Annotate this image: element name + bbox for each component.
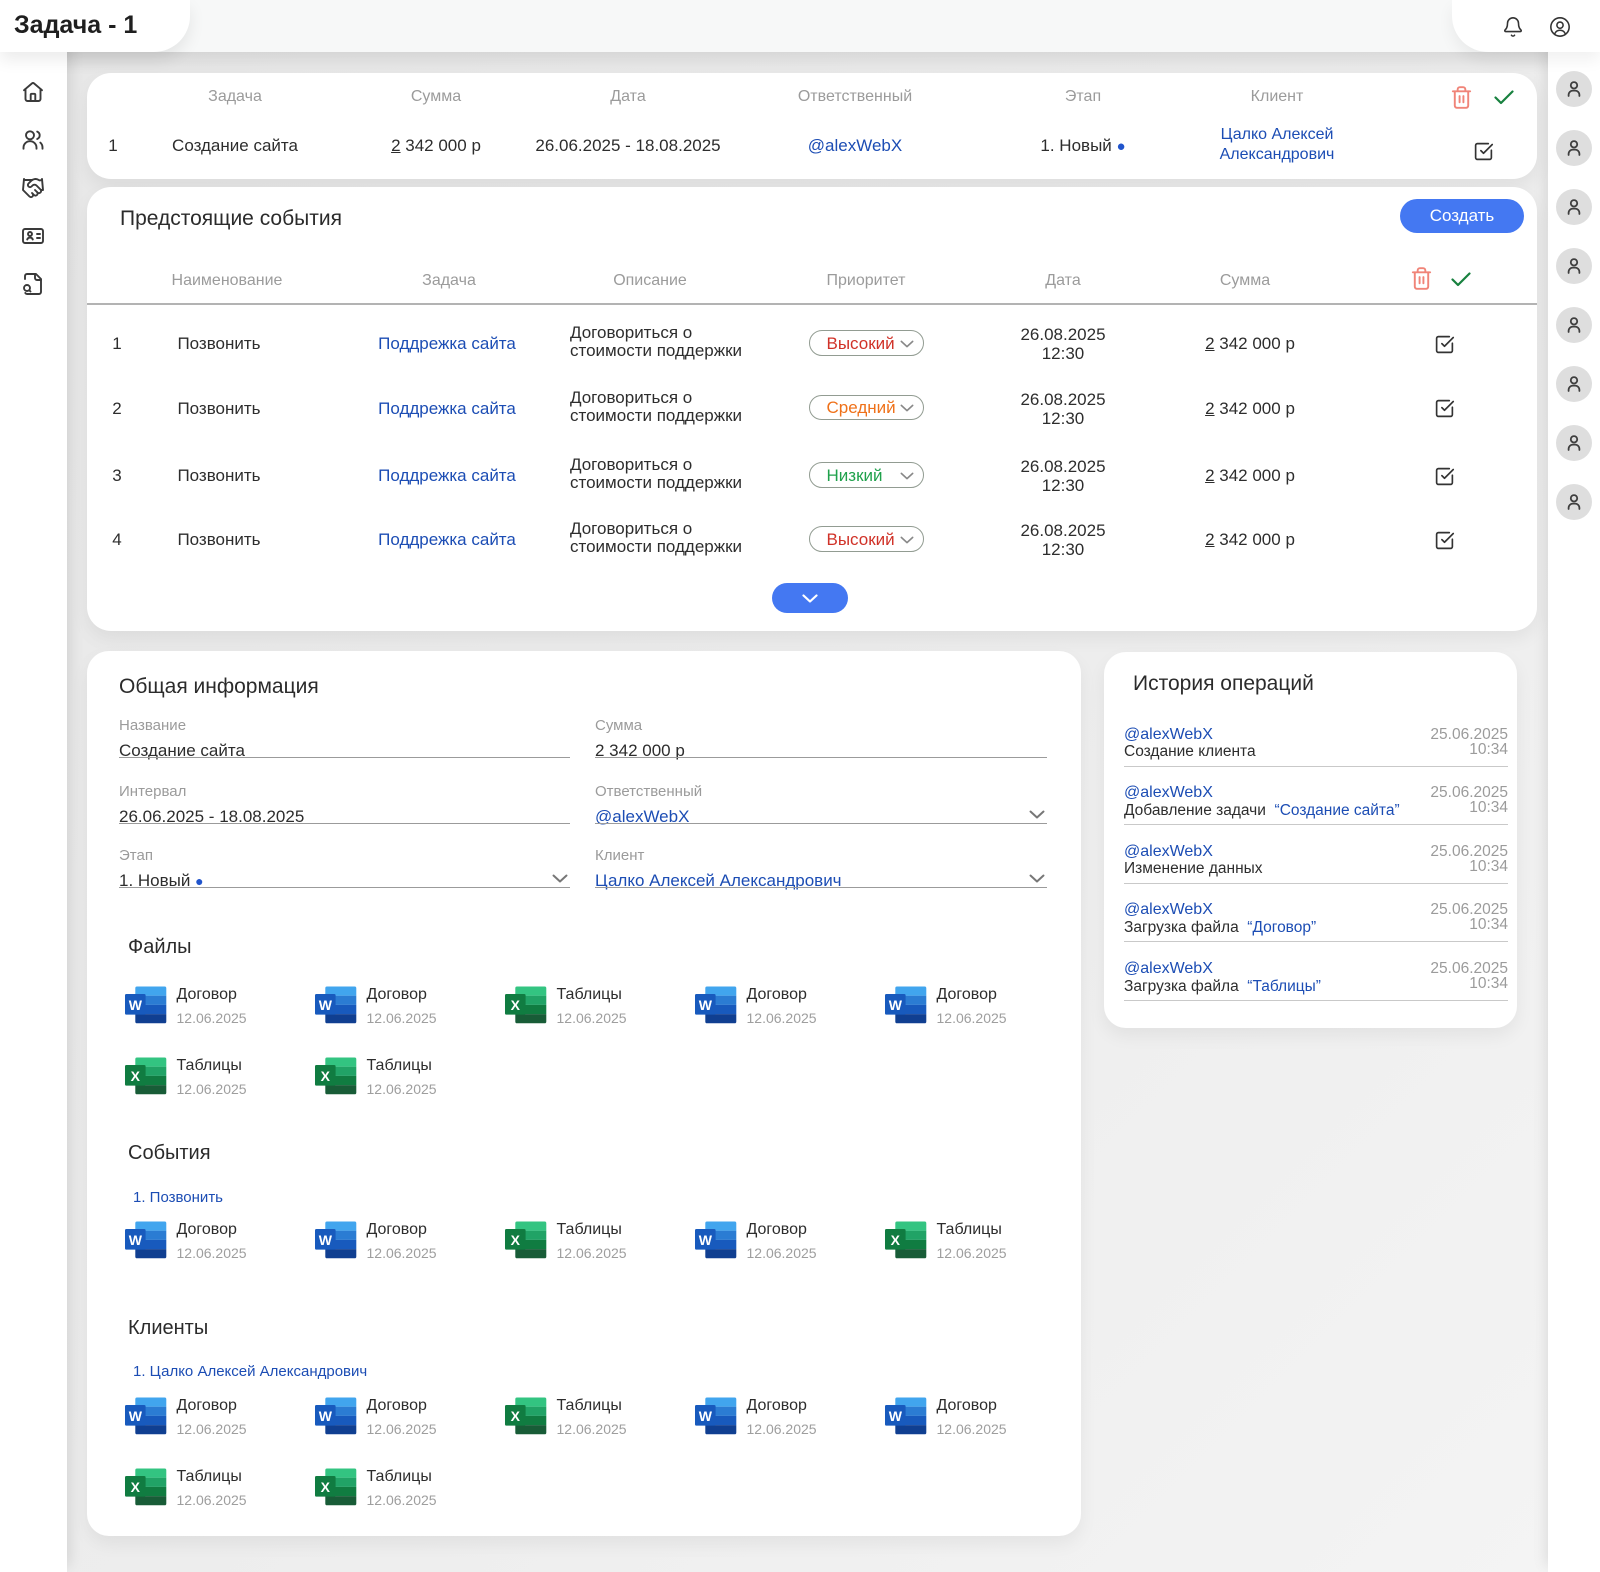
svg-text:W: W	[318, 997, 332, 1013]
svg-text:W: W	[698, 997, 712, 1013]
svg-text:W: W	[128, 997, 142, 1013]
svg-text:X: X	[510, 1408, 520, 1424]
svg-text:X: X	[510, 997, 520, 1013]
svg-text:W: W	[888, 997, 902, 1013]
svg-text:W: W	[698, 1232, 712, 1248]
svg-text:W: W	[128, 1408, 142, 1424]
svg-text:W: W	[698, 1408, 712, 1424]
svg-text:W: W	[888, 1408, 902, 1424]
svg-text:X: X	[320, 1068, 330, 1084]
svg-text:W: W	[128, 1232, 142, 1248]
svg-text:X: X	[130, 1479, 140, 1495]
svg-text:X: X	[890, 1232, 900, 1248]
svg-text:W: W	[318, 1232, 332, 1248]
svg-text:W: W	[318, 1408, 332, 1424]
svg-text:X: X	[130, 1068, 140, 1084]
svg-text:X: X	[320, 1479, 330, 1495]
svg-text:X: X	[510, 1232, 520, 1248]
